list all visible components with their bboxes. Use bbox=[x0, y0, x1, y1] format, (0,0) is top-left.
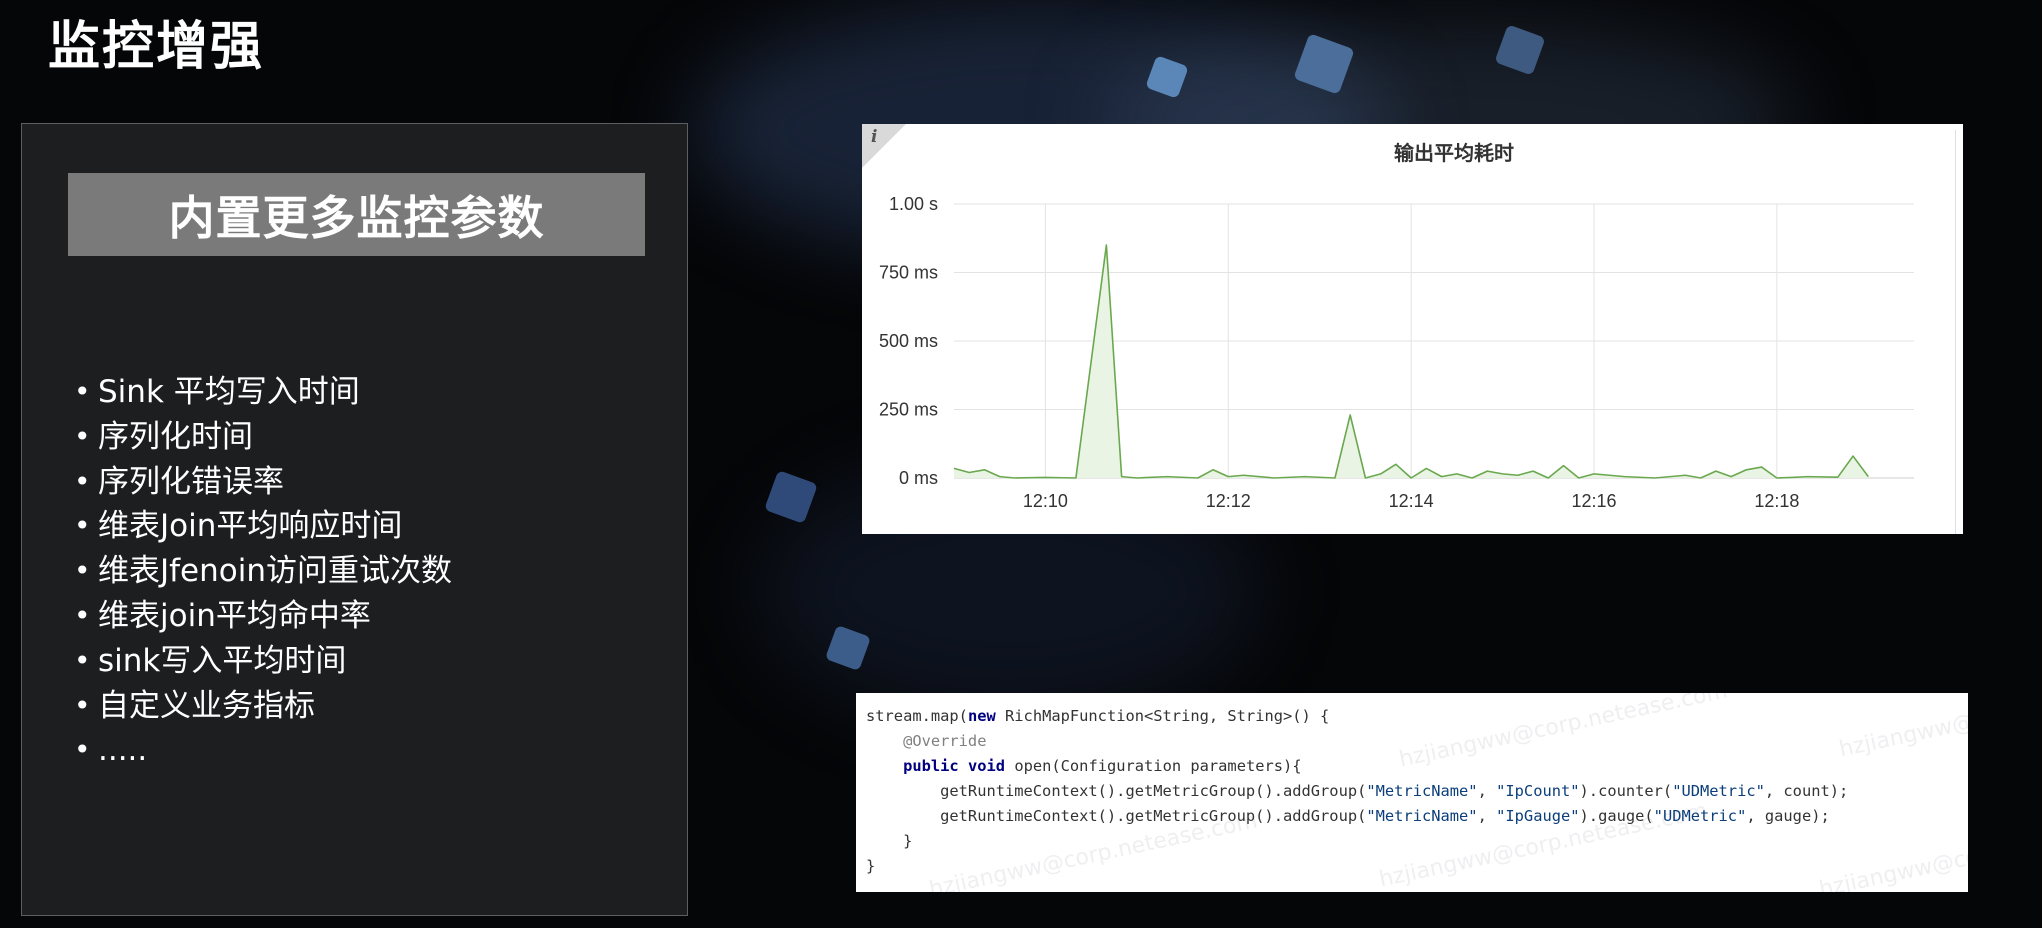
code-token: stream.map( bbox=[866, 707, 968, 725]
list-item: 自定义业务指标 bbox=[74, 684, 452, 729]
list-item: 维表join平均命中率 bbox=[74, 594, 452, 639]
chart-panel: i 输出平均耗时 0 ms 250 ms 500 ms 750 ms 1.00 s 12:1… bbox=[862, 124, 1963, 534]
y-tick-label: 0 ms bbox=[899, 468, 938, 488]
list-item: ..... bbox=[74, 728, 452, 773]
x-tick-label: 12:10 bbox=[1023, 491, 1068, 511]
y-tick-label: 1.00 s bbox=[889, 194, 938, 214]
code-token: ).gauge( bbox=[1579, 807, 1654, 825]
code-token: getRuntimeContext().getMetricGroup().add… bbox=[866, 807, 1367, 825]
watermark: hzjiangww@corp.netease.com bbox=[1837, 693, 1968, 763]
y-tick-label: 250 ms bbox=[879, 400, 938, 420]
panel-header-text: 内置更多监控参数 bbox=[168, 190, 545, 245]
code-token: open(Configuration parameters){ bbox=[1005, 757, 1302, 775]
list-item: 序列化时间 bbox=[74, 415, 452, 460]
watermark: hzjiangww@corp.netease.com bbox=[1817, 808, 1968, 892]
list-item: sink写入平均时间 bbox=[74, 639, 452, 684]
y-tick-label: 750 ms bbox=[879, 263, 938, 283]
code-token: RichMapFunction<String, String>() { bbox=[995, 707, 1330, 725]
code-line: public void open(Configuration parameter… bbox=[866, 754, 1302, 778]
code-string: "MetricName" bbox=[1366, 782, 1478, 800]
code-string: "UDMetric" bbox=[1653, 807, 1747, 825]
code-string: "IpGauge" bbox=[1496, 807, 1580, 825]
code-string: "IpCount" bbox=[1496, 782, 1580, 800]
x-tick-label: 12:14 bbox=[1389, 491, 1434, 511]
code-line: getRuntimeContext().getMetricGroup().add… bbox=[866, 804, 1830, 828]
chart-title: 输出平均耗时 bbox=[1394, 141, 1514, 165]
x-tick-label: 12:16 bbox=[1571, 491, 1616, 511]
code-line: } bbox=[866, 832, 913, 850]
code-line: stream.map(new RichMapFunction<String, S… bbox=[866, 704, 1329, 728]
list-item: 维表Join平均响应时间 bbox=[74, 504, 452, 549]
code-token: , gauge); bbox=[1746, 807, 1830, 825]
code-token: , bbox=[1477, 807, 1497, 825]
x-tick-label: 12:18 bbox=[1754, 491, 1799, 511]
y-tick-label: 500 ms bbox=[879, 331, 938, 351]
code-token: , count); bbox=[1764, 782, 1849, 800]
metrics-bullet-list: Sink 平均写入时间 序列化时间 序列化错误率 维表Join平均响应时间 维表… bbox=[74, 370, 452, 773]
x-tick-label: 12:12 bbox=[1206, 491, 1251, 511]
list-item: Sink 平均写入时间 bbox=[74, 370, 452, 415]
list-item: 维表Jfenoin访问重试次数 bbox=[74, 549, 452, 594]
code-keyword: void bbox=[967, 757, 1006, 775]
metrics-list-panel: 内置更多监控参数 Sink 平均写入时间 序列化时间 序列化错误率 维表Join… bbox=[21, 123, 688, 916]
list-item: 序列化错误率 bbox=[74, 460, 452, 505]
code-token: , bbox=[1477, 782, 1497, 800]
code-keyword: public bbox=[903, 757, 959, 775]
code-token: ).counter( bbox=[1579, 782, 1673, 800]
code-line: } bbox=[866, 857, 876, 875]
code-string: "MetricName" bbox=[1366, 807, 1478, 825]
code-token: getRuntimeContext().getMetricGroup().add… bbox=[866, 782, 1367, 800]
code-annotation: @Override bbox=[866, 732, 987, 750]
line-chart: 输出平均耗时 0 ms 250 ms 500 ms 750 ms 1.00 s 12:10 1… bbox=[879, 141, 1914, 511]
code-string: "UDMetric" bbox=[1672, 782, 1765, 800]
panel-header: 内置更多监控参数 bbox=[68, 173, 645, 256]
code-snippet: hzjiangww@corp.netease.com hzjiangww@cor… bbox=[856, 693, 1968, 892]
code-line: getRuntimeContext().getMetricGroup().add… bbox=[866, 779, 1848, 803]
slide-title: 监控增强 bbox=[48, 17, 265, 77]
code-keyword: new bbox=[967, 707, 996, 725]
watermark: hzjiangww@corp.netease.com bbox=[1397, 693, 1730, 773]
